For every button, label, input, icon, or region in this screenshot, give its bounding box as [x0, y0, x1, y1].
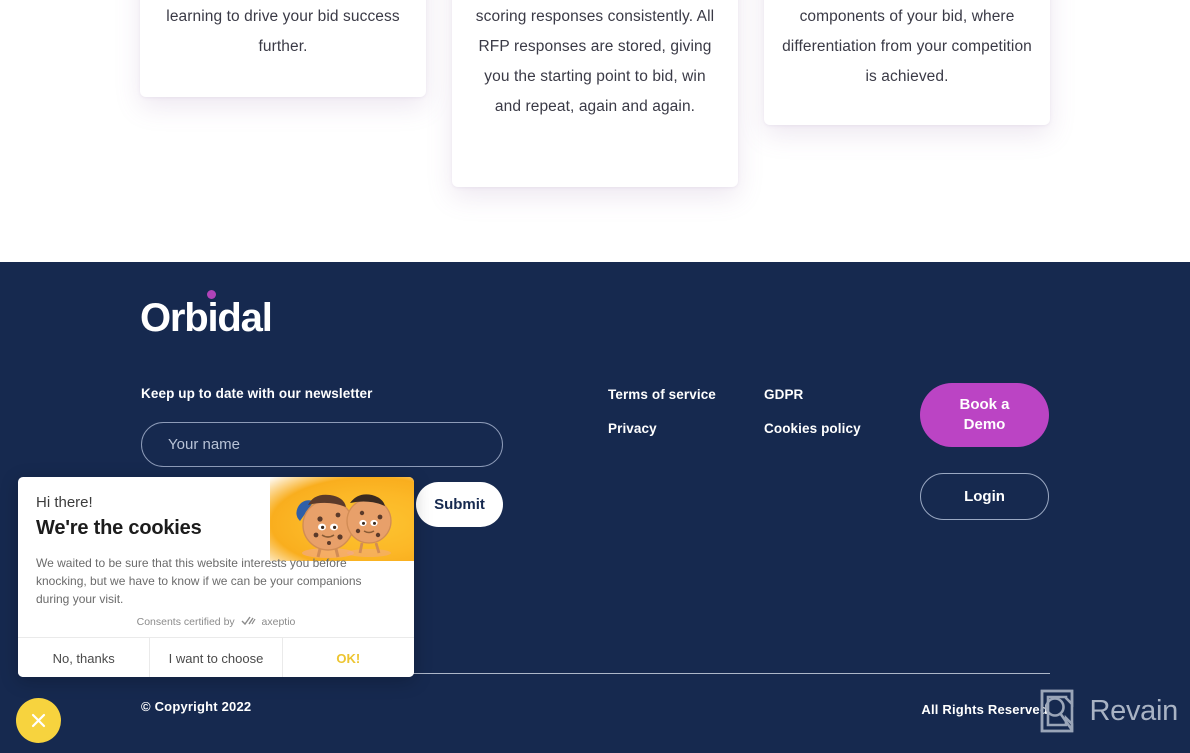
axeptio-brand-name: axeptio — [261, 616, 296, 628]
revain-watermark-text: Revain — [1089, 694, 1179, 727]
cookie-choose-button[interactable]: I want to choose — [150, 638, 283, 677]
axeptio-check-icon — [241, 616, 256, 626]
feature-card-text: scoring responses consistently. All RFP … — [475, 8, 715, 115]
feature-cards-region: learning to drive your bid success furth… — [0, 0, 1190, 262]
feature-card: scoring responses consistently. All RFP … — [452, 0, 738, 187]
cookie-greeting: Hi there! — [36, 494, 93, 511]
cookie-description: We waited to be sure that this website i… — [36, 556, 362, 606]
cookie-ok-button[interactable]: OK! — [282, 638, 414, 677]
feature-card: components of your bid, where differenti… — [764, 0, 1050, 125]
cookie-close-button[interactable] — [16, 698, 61, 743]
revain-mark-icon — [1040, 689, 1073, 733]
cookie-consent-banner: Hi there! We're the cookies We waited to… — [18, 477, 414, 677]
cookie-title: We're the cookies — [36, 517, 202, 539]
all-rights-reserved-text: All Rights Reserved — [921, 702, 1048, 717]
feature-card-text: components of your bid, where differenti… — [782, 8, 1032, 85]
copyright-text: © Copyright 2022 — [141, 699, 252, 714]
cookie-certified-prefix: Consents certified by — [136, 616, 235, 628]
cookie-no-thanks-button[interactable]: No, thanks — [18, 638, 151, 677]
cookie-actions-row: No, thanks I want to choose OK! — [18, 637, 414, 677]
cookie-banner-body: Hi there! We're the cookies We waited to… — [18, 477, 414, 608]
close-icon — [31, 713, 46, 728]
page-root: learning to drive your bid success furth… — [0, 0, 1190, 753]
feature-card: learning to drive your bid success furth… — [140, 0, 426, 97]
cookie-certified-row: Consents certified by axeptio — [18, 616, 414, 628]
feature-card-text: learning to drive your bid success furth… — [166, 8, 400, 55]
revain-watermark: Revain — [1036, 688, 1178, 734]
